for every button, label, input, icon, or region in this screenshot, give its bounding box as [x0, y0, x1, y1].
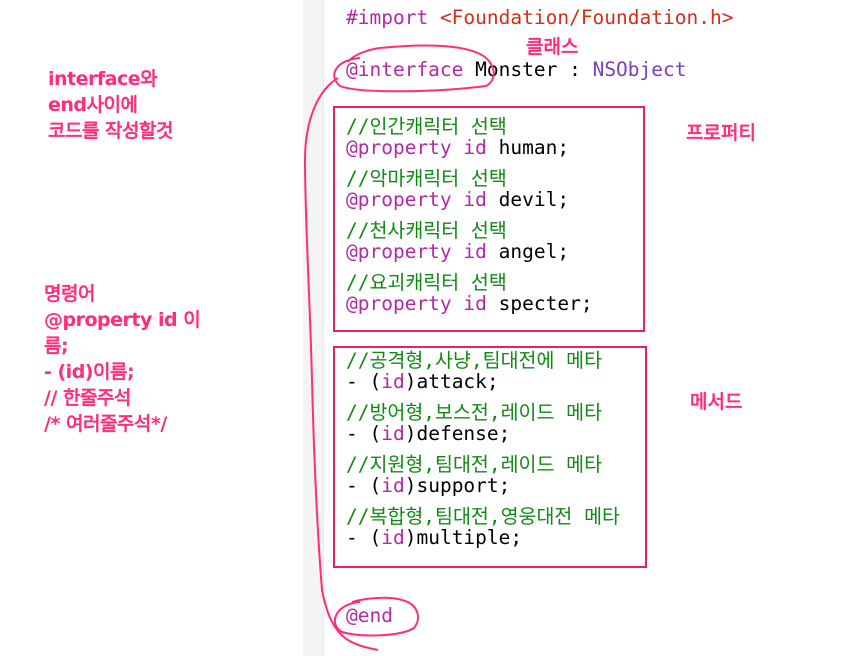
editor-gutter	[303, 0, 324, 656]
note-line: 명령어	[44, 283, 95, 305]
note-line: @property id 이	[44, 309, 201, 331]
method-label: 메서드	[690, 391, 743, 413]
note-line: interface와	[48, 68, 158, 90]
superclass-name: NSObject	[592, 58, 687, 81]
note-line: /* 여러줄주석*/	[44, 413, 167, 435]
property-label: 프로퍼티	[686, 122, 756, 144]
note-commands: 명령어 @property id 이 름; - (id)이름; // 한줄주석 …	[44, 281, 201, 437]
note-line: - (id)이름;	[44, 361, 135, 383]
class-label: 클래스	[526, 36, 579, 58]
end-keyword: @end	[346, 604, 393, 627]
method-highlight-box	[333, 346, 647, 568]
import-line: #import <Foundation/Foundation.h>	[346, 6, 733, 29]
note-line: 코드를 작성할것	[48, 120, 173, 142]
class-name: Monster	[475, 58, 558, 81]
note-line: end사이에	[48, 94, 138, 116]
colon: :	[557, 58, 593, 81]
property-highlight-box	[333, 106, 645, 332]
import-directive: #import	[346, 6, 429, 29]
import-path: <Foundation/Foundation.h>	[439, 6, 734, 29]
note-line: // 한줄주석	[44, 387, 131, 409]
note-interface-end: interface와 end사이에 코드를 작성할것	[48, 66, 173, 144]
note-line: 름;	[44, 335, 69, 357]
interface-line: @interface Monster : NSObject	[346, 58, 687, 81]
interface-keyword: @interface	[346, 58, 464, 81]
